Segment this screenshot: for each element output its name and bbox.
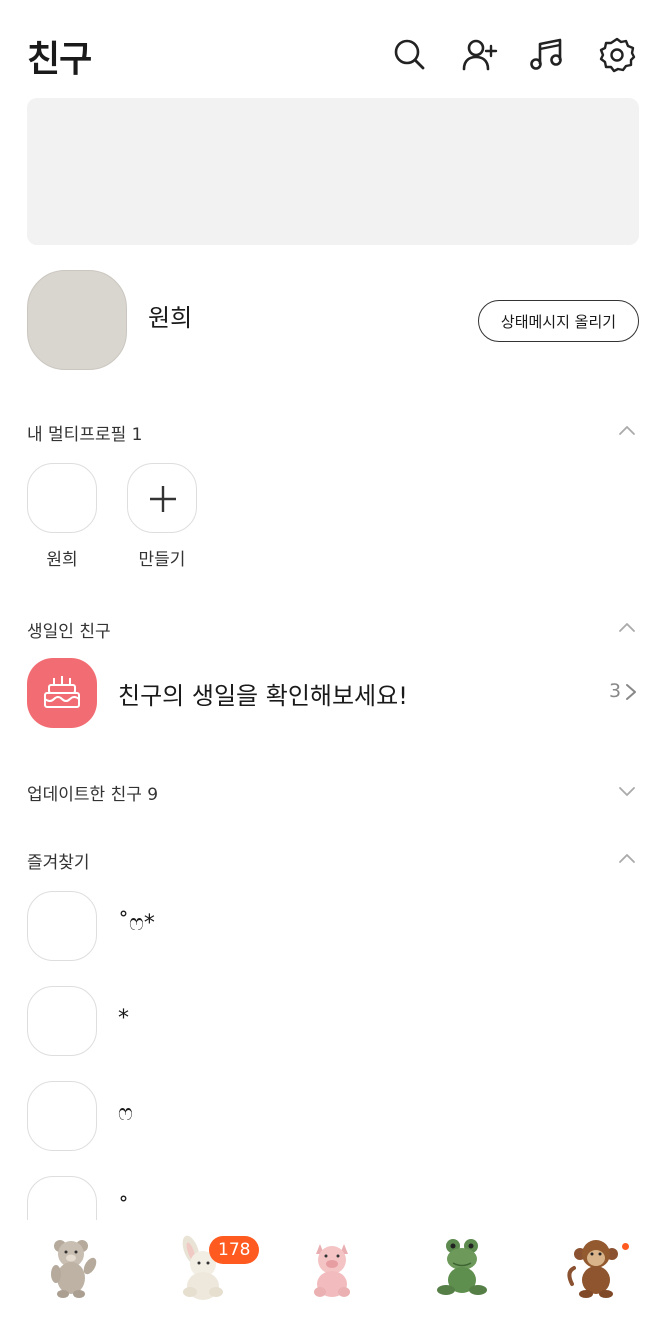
create-multi-profile-button[interactable] xyxy=(127,463,197,533)
chevron-up-icon[interactable] xyxy=(616,848,638,870)
music-icon[interactable] xyxy=(528,36,566,74)
avatar[interactable] xyxy=(27,1081,97,1151)
section-title: 생일인 친구 xyxy=(27,622,111,642)
cake-icon xyxy=(27,658,97,728)
header: 친구 xyxy=(0,0,666,98)
birthday-row[interactable]: 친구의 생일을 확인해보세요! 3 xyxy=(0,656,666,732)
add-friend-icon[interactable] xyxy=(460,36,498,74)
frog-tab-icon[interactable] xyxy=(428,1232,498,1302)
multi-profile-avatar[interactable] xyxy=(27,463,97,533)
friend-name: ෆ xyxy=(118,1101,133,1126)
pig-tab-icon[interactable] xyxy=(298,1232,368,1302)
bottom-tab-bar: 178 xyxy=(0,1220,666,1329)
section-title: 내 멀티프로필 1 xyxy=(27,425,143,445)
avatar[interactable] xyxy=(27,986,97,1056)
create-label: 만들기 xyxy=(138,550,186,570)
friend-name: ˚ෆ* xyxy=(118,911,155,936)
favorites-section-header[interactable]: 즐겨찾기 xyxy=(0,842,666,876)
favorite-friend-row[interactable]: ˚ෆ* xyxy=(0,891,666,963)
my-profile-name: 원희 xyxy=(148,304,193,332)
multi-profile-section-header[interactable]: 내 멀티프로필 1 xyxy=(0,414,666,448)
favorite-friend-row[interactable]: ෆ xyxy=(0,1081,666,1153)
notification-badge: 178 xyxy=(209,1236,260,1264)
multi-profile-label: 원희 xyxy=(46,550,78,570)
section-title: 즐겨찾기 xyxy=(27,853,90,873)
plus-icon xyxy=(150,486,176,512)
friend-name: ˚ xyxy=(118,1196,129,1221)
teddy-bear-tab-icon[interactable] xyxy=(38,1232,108,1302)
birthday-section-header[interactable]: 생일인 친구 xyxy=(0,611,666,645)
section-title: 업데이트한 친구 9 xyxy=(27,785,159,805)
chevron-right-icon xyxy=(626,684,636,700)
birthday-text: 친구의 생일을 확인해보세요! xyxy=(118,682,408,710)
settings-icon[interactable] xyxy=(598,36,636,74)
chevron-up-icon[interactable] xyxy=(616,420,638,442)
birthday-count: 3 xyxy=(609,680,622,702)
chevron-down-icon[interactable] xyxy=(616,780,638,802)
page-title: 친구 xyxy=(27,39,92,80)
chevron-up-icon[interactable] xyxy=(616,617,638,639)
avatar[interactable] xyxy=(27,891,97,961)
my-profile[interactable]: 원희 상태메시지 올리기 xyxy=(0,268,666,372)
search-icon[interactable] xyxy=(390,36,428,74)
ad-banner[interactable] xyxy=(27,98,639,245)
favorite-friend-row[interactable]: * xyxy=(0,986,666,1058)
monkey-tab-icon[interactable] xyxy=(562,1232,632,1302)
friend-name: * xyxy=(118,1006,129,1031)
avatar[interactable] xyxy=(27,270,127,370)
post-status-button[interactable]: 상태메시지 올리기 xyxy=(478,300,639,342)
updated-friends-section-header[interactable]: 업데이트한 친구 9 xyxy=(0,774,666,808)
new-indicator-dot xyxy=(622,1243,629,1250)
